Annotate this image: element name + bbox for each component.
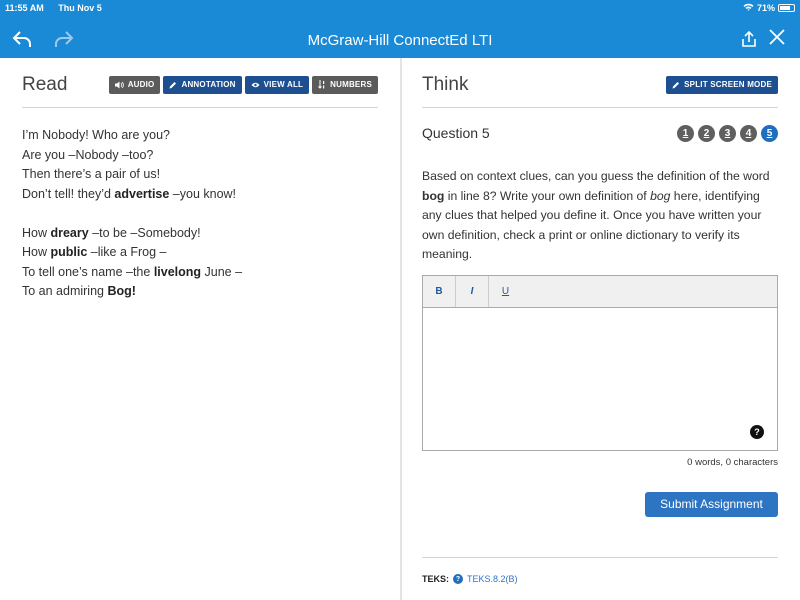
prompt-text-1: Based on context clues, can you guess th… xyxy=(422,169,770,183)
line-text: To an admiring xyxy=(22,284,108,298)
poem-line: How dreary –to be –Somebody! xyxy=(22,224,378,244)
line-text: –you know! xyxy=(169,186,237,201)
line-text: How xyxy=(22,245,51,259)
question-4-button[interactable]: 4 xyxy=(740,124,757,142)
word-count: 0 words, 0 characters xyxy=(687,456,778,468)
poem-text: I’m Nobody! Who are you? Are you –Nobody … xyxy=(22,126,378,302)
view-all-button[interactable]: VIEW ALL xyxy=(244,75,310,94)
wifi-icon xyxy=(743,3,754,13)
vocab-word: Bog! xyxy=(107,284,136,298)
poem-stanza: How dreary –to be –Somebody! How public –… xyxy=(22,224,378,302)
poem-line: To an admiring Bog! xyxy=(22,282,378,302)
numbers-button[interactable]: NUMBERS xyxy=(312,75,378,94)
poem-stanza: I’m Nobody! Who are you? Are you –Nobody … xyxy=(22,126,378,204)
underline-button[interactable]: U xyxy=(489,276,522,307)
question-5-button[interactable]: 5 xyxy=(761,124,778,142)
annotation-button[interactable]: ANNOTATION xyxy=(163,75,242,94)
submit-assignment-button[interactable]: Submit Assignment xyxy=(645,491,778,517)
share-icon[interactable] xyxy=(740,30,758,53)
close-icon[interactable] xyxy=(768,28,786,50)
vocab-word: advertise xyxy=(114,186,170,201)
line-text: –to be –Somebody! xyxy=(88,225,201,240)
prompt-italic-word: bog xyxy=(650,188,671,203)
split-divider[interactable] xyxy=(400,58,402,600)
status-date: Thu Nov 5 xyxy=(58,3,102,13)
line-text: To tell one’s name –the xyxy=(22,264,154,279)
vocab-word: livelong xyxy=(153,264,202,279)
prompt-text-2: in line 8? Write your own definition of xyxy=(444,188,651,203)
split-screen-label: SPLIT SCREEN MODE xyxy=(684,80,772,89)
read-toolbar: AUDIO ANNOTATION VIEW ALL NUMBERS xyxy=(108,75,378,94)
sort-numbers-icon xyxy=(318,80,325,89)
line-text: June – xyxy=(201,264,243,279)
line-text: I’m Nobody! Who are you? xyxy=(22,128,170,142)
answer-input[interactable] xyxy=(423,307,777,450)
page-title: McGraw-Hill ConnectEd LTI xyxy=(307,32,493,49)
teks-link[interactable]: TEKS.8.2(B) xyxy=(467,574,518,584)
vocab-word: dreary xyxy=(50,225,89,240)
question-3-button[interactable]: 3 xyxy=(719,124,736,142)
prompt-bold-word: bog xyxy=(422,188,445,203)
poem-line: Are you –Nobody –too? xyxy=(22,146,378,166)
eye-icon xyxy=(251,82,260,87)
numbers-label: NUMBERS xyxy=(330,80,372,89)
audio-button[interactable]: AUDIO xyxy=(108,75,161,94)
line-text: How xyxy=(22,225,51,240)
question-row: Question 5 12345 xyxy=(422,123,778,143)
question-prompt: Based on context clues, can you guess th… xyxy=(422,167,778,265)
footer-divider xyxy=(422,557,778,558)
status-time: 11:55 AM xyxy=(5,3,44,13)
battery-percent: 71% xyxy=(756,3,775,13)
audio-label: AUDIO xyxy=(127,80,155,89)
status-bar: 11:55 AM Thu Nov 5 xyxy=(5,3,114,13)
line-text: Don’t tell! they’d xyxy=(22,186,115,201)
status-indicators: 71% xyxy=(743,3,795,13)
poem-line: To tell one’s name –the livelong June – xyxy=(22,263,378,283)
info-icon[interactable]: ? xyxy=(453,574,463,584)
editor-toolbar: B I U xyxy=(423,275,777,308)
line-text: Are you –Nobody –too? xyxy=(22,147,154,162)
italic-button[interactable]: I xyxy=(456,275,489,307)
split-screen-mode-button[interactable]: SPLIT SCREEN MODE xyxy=(666,75,778,94)
think-title: Think xyxy=(422,73,469,95)
pencil-icon xyxy=(169,81,177,88)
speaker-icon xyxy=(114,81,124,88)
teks-label: TEKS: xyxy=(422,574,449,584)
poem-line: I’m Nobody! Who are you? xyxy=(22,126,378,146)
teks-standards: TEKS: ? TEKS.8.2(B) xyxy=(422,574,518,584)
bold-button[interactable]: B xyxy=(423,275,456,307)
help-icon[interactable]: ? xyxy=(750,425,764,439)
question-title: Question 5 xyxy=(422,125,490,141)
read-panel: Read AUDIO ANNOTATION VIEW ALL NUMBERS I… xyxy=(22,58,378,321)
view-all-label: VIEW ALL xyxy=(263,80,304,89)
poem-line: Don’t tell! they’d advertise –you know! xyxy=(22,185,378,205)
poem-line: Then there’s a pair of us! xyxy=(22,165,378,185)
question-1-button[interactable]: 1 xyxy=(677,124,694,142)
answer-editor: B I U xyxy=(422,274,778,451)
poem-line: How public –like a Frog – xyxy=(22,243,378,263)
think-header: Think SPLIT SCREEN MODE xyxy=(422,58,778,108)
line-text: –like a Frog – xyxy=(87,245,167,259)
annotation-label: ANNOTATION xyxy=(181,80,236,89)
question-navigator: 12345 xyxy=(677,124,778,142)
read-header: Read AUDIO ANNOTATION VIEW ALL NUMBERS xyxy=(22,58,378,108)
pencil-icon xyxy=(672,81,680,88)
app-header: 11:55 AM Thu Nov 5 71% McGraw-Hill Conne… xyxy=(0,0,800,58)
vocab-word: public xyxy=(50,245,88,259)
think-panel: Think SPLIT SCREEN MODE Question 5 12345… xyxy=(422,58,778,517)
battery-icon xyxy=(778,4,795,12)
line-text: Then there’s a pair of us! xyxy=(22,167,161,181)
read-title: Read xyxy=(22,73,68,95)
question-2-button[interactable]: 2 xyxy=(698,124,715,142)
